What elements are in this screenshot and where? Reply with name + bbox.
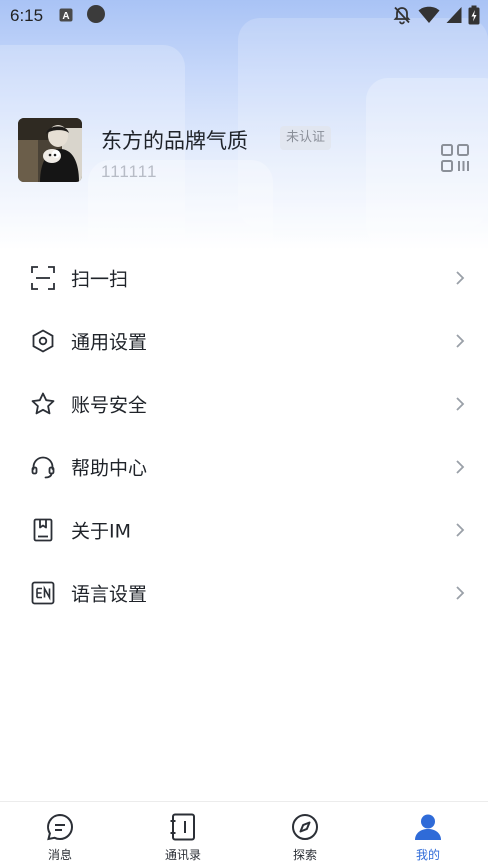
user-icon — [413, 812, 443, 842]
avatar[interactable] — [18, 118, 82, 182]
star-icon — [30, 391, 56, 417]
tab-contacts[interactable]: 通讯录 — [143, 802, 223, 867]
svg-text:A: A — [62, 11, 69, 22]
en-language-icon — [30, 580, 56, 606]
user-id: 111111 — [101, 162, 158, 181]
tab-label: 消息 — [47, 848, 72, 862]
message-icon — [45, 812, 75, 842]
menu-item-label: 扫一扫 — [71, 268, 129, 290]
menu-item-help-center[interactable]: 帮助中心 — [0, 435, 488, 498]
chevron-right-icon — [454, 333, 466, 349]
chevron-right-icon — [454, 585, 466, 601]
battery-charging-icon — [468, 5, 480, 29]
signal-icon — [446, 6, 462, 28]
status-time: 6:15 — [10, 6, 44, 25]
menu-item-label: 账号安全 — [71, 394, 148, 416]
menu-item-label: 语言设置 — [71, 583, 148, 605]
record-dot-icon — [87, 5, 106, 27]
tab-messages[interactable]: 消息 — [20, 802, 100, 867]
chevron-right-icon — [454, 459, 466, 475]
user-name: 东方的品牌气质 — [101, 129, 248, 153]
book-icon — [30, 517, 56, 543]
tab-explore[interactable]: 探索 — [265, 802, 345, 867]
menu-item-label: 关于IM — [71, 520, 131, 542]
contacts-icon — [168, 812, 198, 842]
wifi-icon — [418, 6, 440, 28]
settings-menu: 扫一扫 通用设置 账号安全 帮助中心 关于IM 语言设置 — [0, 246, 488, 624]
headset-icon — [30, 454, 56, 480]
profile-card[interactable]: 东方的品牌气质 未认证 111111 — [0, 118, 488, 188]
app-a-icon: A — [59, 7, 73, 26]
hex-settings-icon — [30, 328, 56, 354]
chevron-right-icon — [454, 522, 466, 538]
status-bar: 6:15 A — [0, 0, 488, 32]
bottom-tab-bar: 消息 通讯录 探索 我的 — [0, 801, 488, 867]
chevron-right-icon — [454, 396, 466, 412]
menu-item-general-settings[interactable]: 通用设置 — [0, 309, 488, 372]
verification-badge: 未认证 — [280, 126, 332, 150]
menu-item-label: 通用设置 — [71, 331, 148, 353]
qr-code-icon[interactable] — [440, 143, 470, 173]
menu-item-about[interactable]: 关于IM — [0, 498, 488, 561]
bell-off-icon — [392, 5, 412, 29]
scan-icon — [30, 265, 56, 291]
menu-item-scan[interactable]: 扫一扫 — [0, 246, 488, 309]
tab-label: 探索 — [292, 848, 317, 862]
menu-item-language[interactable]: 语言设置 — [0, 561, 488, 624]
compass-icon — [290, 812, 320, 842]
tab-label: 通讯录 — [164, 848, 201, 862]
tab-me[interactable]: 我的 — [388, 802, 468, 867]
chevron-right-icon — [454, 270, 466, 286]
menu-item-account-security[interactable]: 账号安全 — [0, 372, 488, 435]
menu-item-label: 帮助中心 — [71, 457, 148, 479]
tab-label: 我的 — [415, 848, 440, 862]
